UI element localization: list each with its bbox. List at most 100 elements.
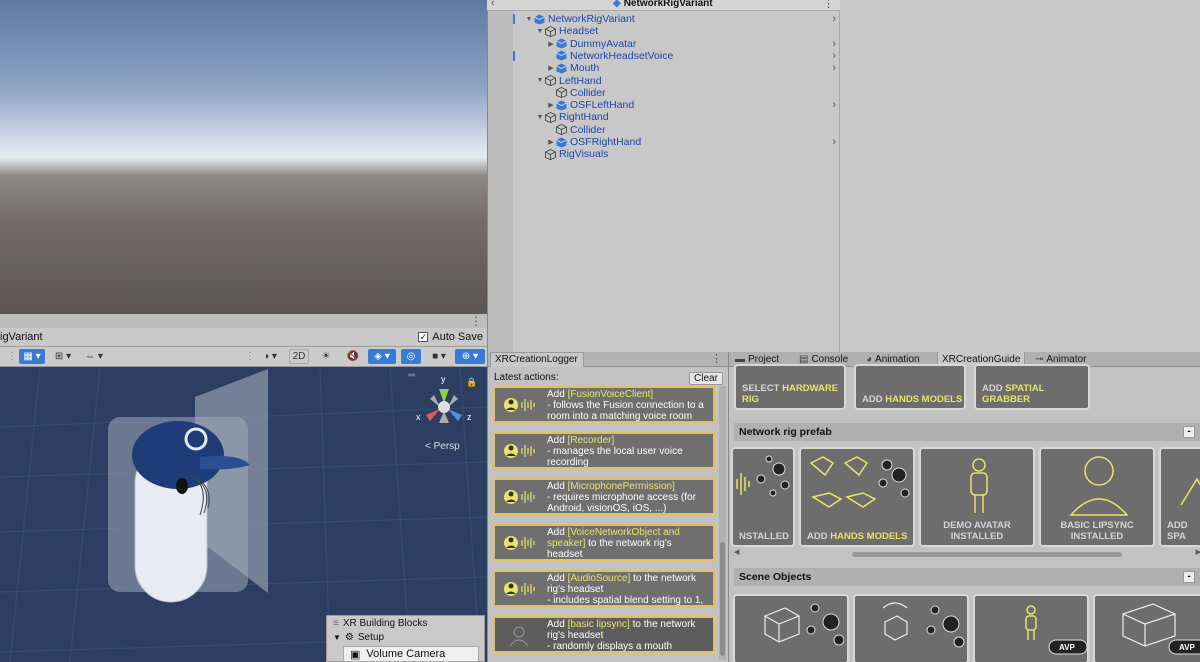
- network-card-installed[interactable]: NSTALLED: [731, 447, 795, 547]
- hierarchy-item-label: NetworkRigVariant: [548, 13, 635, 25]
- checkbox-icon[interactable]: ✓: [418, 332, 429, 342]
- visibility-icon[interactable]: ◎: [401, 349, 421, 364]
- gizmo-x-label: x: [416, 412, 421, 422]
- lighting-icon[interactable]: ☀: [318, 349, 334, 364]
- kebab-icon[interactable]: ⋮: [823, 0, 834, 10]
- hierarchy-item[interactable]: Collider: [546, 124, 836, 136]
- avp-badge: AVP: [1179, 643, 1195, 652]
- camera-button[interactable]: ■ ▾: [427, 349, 451, 364]
- log-item[interactable]: Add [MicrophonePermission] - requires mic…: [493, 478, 715, 515]
- chevron-down-icon[interactable]: ▼: [535, 114, 545, 121]
- log-item-text: Add [MicrophonePermission] - requires mic…: [547, 481, 696, 514]
- log-item[interactable]: Add [Recorder] - manages the local user v…: [493, 432, 715, 469]
- drag-handle-icon: ═: [407, 370, 416, 381]
- network-card-add-spatial[interactable]: ADD SPA: [1159, 447, 1200, 547]
- hierarchy-gutter: [487, 0, 513, 352]
- chevron-right-icon[interactable]: ›: [832, 99, 836, 111]
- chevron-down-icon[interactable]: ▼: [535, 28, 545, 35]
- chevron-left-icon[interactable]: ◀: [734, 548, 739, 556]
- grid-tool-button[interactable]: ▦ ▾: [19, 349, 45, 364]
- chevron-right-icon[interactable]: ›: [832, 62, 836, 74]
- chevron-right-icon[interactable]: ▶: [546, 40, 556, 48]
- scene-card-grab-cube[interactable]: [733, 594, 849, 662]
- hierarchy-item[interactable]: ▶ Mouth ›: [546, 62, 836, 74]
- chevron-right-icon[interactable]: ▶: [546, 138, 556, 146]
- log-item[interactable]: Add [FusionVoiceClient] - follows the Fus…: [493, 386, 715, 423]
- log-scrollbar[interactable]: [719, 386, 726, 660]
- chevron-right-icon[interactable]: ›: [832, 50, 836, 62]
- hierarchy-item[interactable]: ▶ OSFRightHand ›: [546, 136, 836, 148]
- gizmos-button[interactable]: ⊕ ▾: [455, 349, 485, 364]
- hierarchy-item[interactable]: ▼ NetworkRigVariant ›: [524, 13, 836, 25]
- scrollbar-thumb[interactable]: [852, 552, 1122, 557]
- log-item[interactable]: Add [basic lipsync] to the network rig's …: [493, 616, 715, 653]
- log-item-text: Add [VoiceNetworkObject and speaker] to …: [547, 527, 680, 560]
- prefab-cube-icon: [556, 137, 568, 148]
- add-spatial-grabber-card[interactable]: ADD SPATIAL GRABBER: [974, 364, 1090, 410]
- volume-camera-item[interactable]: ▣ Volume Camera: [343, 646, 479, 662]
- chevron-right-icon[interactable]: ▶: [546, 101, 556, 109]
- game-view[interactable]: [0, 0, 487, 314]
- drag-handle-icon[interactable]: ⋮: [245, 349, 255, 364]
- xr-blocks-header[interactable]: ≡ XR Building Blocks: [327, 616, 484, 630]
- scrollbar-thumb[interactable]: [720, 542, 725, 656]
- hierarchy-item[interactable]: ▼ RightHand: [535, 111, 836, 123]
- scene-card-avp-avatar[interactable]: AVP: [973, 594, 1089, 662]
- hierarchy-item-label: OSFRightHand: [570, 136, 642, 148]
- audio-icon[interactable]: 🔇: [344, 349, 362, 364]
- scene-card-grab-network[interactable]: [853, 594, 969, 662]
- scene-title: igVariant: [0, 331, 43, 343]
- scene-objects-header[interactable]: Scene Objects -: [734, 568, 1200, 586]
- hierarchy-header: ‹ ◆ NetworkRigVariant ⋮: [487, 0, 840, 11]
- network-rig-prefab-header[interactable]: Network rig prefab -: [734, 423, 1200, 441]
- collapse-button[interactable]: -: [1183, 426, 1195, 438]
- chevron-right-icon[interactable]: ›: [832, 136, 836, 148]
- effects-button[interactable]: ◈ ▾: [368, 349, 396, 364]
- chevron-right-icon[interactable]: ›: [832, 38, 836, 50]
- chevron-right-icon[interactable]: ▶: [546, 64, 556, 72]
- avatar-cap: [132, 421, 224, 489]
- increment-snap-button[interactable]: ⇔ ▾: [82, 349, 106, 364]
- hierarchy-item[interactable]: ▼ Headset: [535, 25, 836, 37]
- log-item[interactable]: Add [AudioSource] to the network rig's he…: [493, 570, 715, 607]
- hierarchy-item[interactable]: ▶ OSFLeftHand ›: [546, 99, 836, 111]
- network-card-demo-avatar[interactable]: DEMO AVATAR INSTALLED: [919, 447, 1035, 547]
- snap-tool-button[interactable]: ⊞ ▾: [50, 349, 76, 364]
- voice-icon: [495, 572, 543, 605]
- chevron-down-icon[interactable]: ▼: [333, 633, 341, 642]
- chevron-down-icon[interactable]: ▼: [535, 77, 545, 84]
- kebab-icon[interactable]: ⋮: [470, 314, 482, 328]
- network-card-add-hands[interactable]: ADD HANDS MODELS: [799, 447, 915, 547]
- gameobject-cube-icon: [545, 25, 557, 37]
- log-item-text: Add [Recorder] - manages the local user v…: [547, 435, 683, 468]
- log-item[interactable]: Add [VoiceNetworkObject and speaker] to …: [493, 524, 715, 561]
- back-arrow-icon[interactable]: ‹: [491, 0, 495, 9]
- 2d-toggle-button[interactable]: 2D: [289, 349, 309, 364]
- add-hands-models-card[interactable]: ADD HANDS MODELS: [854, 364, 966, 410]
- hierarchy-item[interactable]: ▼ LeftHand: [535, 75, 836, 87]
- chevron-right-icon[interactable]: ▶: [1196, 548, 1200, 556]
- hierarchy-item[interactable]: ▶ DummyAvatar ›: [546, 38, 836, 50]
- scene-card-avp-volume[interactable]: AVP: [1093, 594, 1200, 662]
- hierarchy-item[interactable]: Collider: [546, 87, 836, 99]
- drag-handle-icon[interactable]: ⋮: [7, 349, 17, 364]
- hierarchy-item[interactable]: NetworkHeadsetVoice ›: [546, 50, 836, 62]
- network-card-basic-lipsync[interactable]: BASIC LIPSYNC INSTALLED: [1039, 447, 1155, 547]
- shading-mode-button[interactable]: ◑ ▾: [257, 349, 283, 364]
- horizontal-scrollbar[interactable]: ◀ ▶: [734, 548, 1200, 558]
- tab-xrcreationlogger[interactable]: XRCreationLogger: [490, 352, 584, 367]
- gear-icon: ⚙: [344, 631, 354, 643]
- log-list: Add [FusionVoiceClient] - follows the Fus…: [493, 386, 715, 662]
- chevron-down-icon[interactable]: ▼: [524, 16, 534, 23]
- drag-handle-icon[interactable]: ≡: [333, 618, 339, 629]
- xr-blocks-setup[interactable]: ▼ ⚙ Setup: [327, 630, 484, 644]
- hierarchy-item-label: OSFLeftHand: [570, 99, 635, 112]
- autosave-toggle[interactable]: ✓ Auto Save: [418, 331, 483, 343]
- kebab-icon[interactable]: ⋮: [711, 352, 722, 365]
- hierarchy-item[interactable]: RigVisuals: [535, 148, 836, 160]
- clear-button[interactable]: Clear: [689, 372, 723, 385]
- scene-toolbar: ⋮ ▦ ▾ ⊞ ▾ ⇔ ▾ ⋮ ◑ ▾ 2D ☀ 🔇 ◈ ▾ ◎ ■ ▾ ⊕ ▾: [0, 347, 487, 367]
- select-hardware-rig-card[interactable]: SELECT HARDWARE RIG: [734, 364, 846, 410]
- chevron-right-icon[interactable]: ›: [832, 13, 836, 25]
- collapse-button[interactable]: -: [1183, 571, 1195, 583]
